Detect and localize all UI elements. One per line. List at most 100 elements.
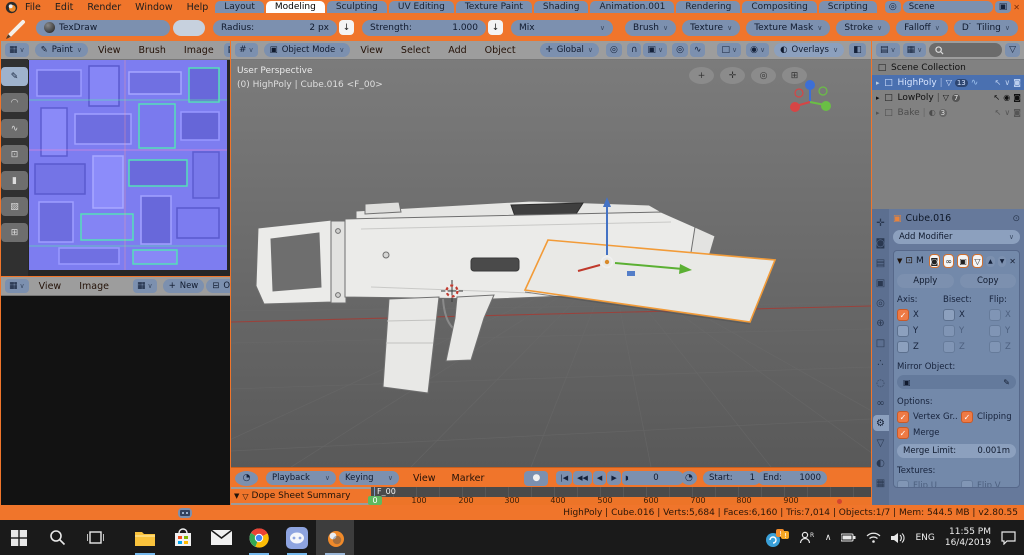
scene-close-icon[interactable]: ✕ bbox=[1013, 3, 1020, 12]
frame-start-field[interactable]: Start: 1 bbox=[703, 471, 761, 485]
show-gizmo-icon[interactable]: □ ∨ bbox=[717, 43, 742, 57]
brush-color-swatch[interactable] bbox=[173, 19, 205, 36]
tab-object-icon[interactable]: □ bbox=[873, 335, 889, 351]
hide-eye-icon[interactable]: ∨ bbox=[1004, 108, 1010, 117]
zoom-gadget-icon[interactable]: + bbox=[689, 67, 714, 84]
snap-magnet-icon[interactable]: ∩ bbox=[626, 43, 642, 57]
render-camera-icon[interactable]: ◙ bbox=[1013, 108, 1021, 117]
volume-icon[interactable] bbox=[891, 532, 905, 544]
display-oncage-toggle-icon[interactable]: ▽ bbox=[971, 254, 984, 268]
tab-texture-icon[interactable]: ▦ bbox=[873, 475, 889, 491]
chrome-icon[interactable] bbox=[240, 520, 278, 555]
update-notification-icon[interactable]: !! bbox=[765, 528, 789, 548]
proportional-falloff-icon[interactable]: ∿ bbox=[689, 43, 706, 57]
merge-checkbox[interactable]: ✓ bbox=[897, 427, 909, 439]
open-image-button[interactable]: ⊟Open bbox=[206, 279, 230, 293]
menu-file[interactable]: File bbox=[18, 2, 48, 13]
tray-expand-chevron-icon[interactable]: ∧ bbox=[825, 533, 832, 543]
use-preview-range-icon[interactable]: ◔ bbox=[681, 471, 697, 485]
play-reverse-button[interactable]: ◀ bbox=[592, 471, 607, 485]
copy-button[interactable]: Copy bbox=[959, 274, 1016, 288]
scene-collection-row[interactable]: □ Scene Collection bbox=[872, 60, 1024, 75]
display-mode-icon[interactable]: ▦ ∨ bbox=[902, 43, 927, 57]
tab-object-data-icon[interactable]: ▽ bbox=[873, 435, 889, 451]
menu-image[interactable]: Image bbox=[71, 281, 117, 292]
current-frame-field[interactable]: 0 bbox=[628, 471, 684, 485]
paint-mode-dropdown[interactable]: ✎ Paint ∨ bbox=[34, 43, 88, 57]
modifier-name-label[interactable]: M bbox=[916, 256, 924, 266]
collection-row-lowpoly[interactable]: ▸ □ LowPoly | ▽ 7 ↖ ◉ ◙ bbox=[872, 90, 1024, 105]
scene-copy-icon[interactable]: ▣ bbox=[994, 1, 1012, 13]
draw-tool-icon[interactable]: ✎ bbox=[1, 67, 28, 86]
tab-material-icon[interactable]: ◐ bbox=[873, 455, 889, 471]
flip-x-checkbox[interactable] bbox=[989, 309, 1001, 321]
tab-particles-icon[interactable]: ∴ bbox=[873, 355, 889, 371]
menu-edit[interactable]: Edit bbox=[48, 2, 80, 13]
playback-dropdown[interactable]: Playback ∨ bbox=[266, 471, 336, 485]
blend-mode-dropdown[interactable]: Mix ∨ bbox=[511, 19, 613, 36]
tab-output-icon[interactable]: ▤ bbox=[873, 255, 889, 271]
jump-to-start-button[interactable]: |◀ bbox=[556, 471, 573, 485]
mode-dropdown[interactable]: ▣ Object Mode ∨ bbox=[263, 43, 351, 57]
menu-add[interactable]: Add bbox=[440, 45, 474, 56]
taskbar-search-icon[interactable] bbox=[38, 520, 76, 555]
current-frame-indicator[interactable]: 0 bbox=[368, 496, 382, 505]
editor-type-timeline-icon[interactable]: ◔ bbox=[235, 470, 258, 486]
display-realtime-toggle-icon[interactable]: ∞ bbox=[943, 254, 955, 268]
apply-button[interactable]: Apply bbox=[897, 274, 954, 288]
hide-eye-icon[interactable]: ∨ bbox=[1004, 78, 1010, 87]
soften-tool-icon[interactable]: ◠ bbox=[1, 93, 28, 112]
tab-view-layer-icon[interactable]: ▣ bbox=[873, 275, 889, 291]
flip-y-checkbox[interactable] bbox=[989, 325, 1001, 337]
discord-icon[interactable] bbox=[278, 520, 316, 555]
normal-map-image[interactable] bbox=[29, 60, 227, 270]
smear-tool-icon[interactable]: ∿ bbox=[1, 119, 28, 138]
move-gadget-icon[interactable]: ✛ bbox=[720, 67, 745, 84]
prev-keyframe-button[interactable]: ◀◀ bbox=[573, 471, 592, 485]
show-eye-icon[interactable]: ◉ bbox=[1003, 93, 1010, 102]
marker-label[interactable]: F_00 bbox=[377, 487, 396, 496]
panel-stroke[interactable]: Stroke ∨ bbox=[836, 19, 891, 36]
collapse-triangle-icon[interactable]: ▼ bbox=[897, 257, 902, 265]
paintbrush-tool-icon[interactable] bbox=[4, 17, 30, 39]
move-up-icon[interactable]: ▲ bbox=[986, 255, 995, 267]
editor-type-image-icon[interactable]: ▦ ∨ bbox=[5, 279, 29, 293]
clock-widget[interactable]: 11:55 PM 16/4/2019 bbox=[945, 527, 991, 549]
tab-scripting[interactable]: Scripting bbox=[818, 1, 877, 13]
tab-constraints-icon[interactable]: ∞ bbox=[873, 395, 889, 411]
pin-icon[interactable]: ⊙ bbox=[1012, 214, 1020, 224]
task-view-icon[interactable] bbox=[76, 520, 114, 555]
action-center-icon[interactable] bbox=[1001, 530, 1016, 545]
tab-rendering[interactable]: Rendering bbox=[676, 1, 741, 13]
clone-tool-icon[interactable]: ⊡ bbox=[1, 145, 28, 164]
editor-type-outliner-icon[interactable]: ▤ ∨ bbox=[876, 43, 900, 57]
tab-compositing[interactable]: Compositing bbox=[742, 1, 817, 13]
tab-layout[interactable]: Layout bbox=[215, 1, 264, 13]
camera-gadget-icon[interactable]: ◎ bbox=[751, 67, 776, 84]
vertex-groups-checkbox[interactable]: ✓ bbox=[897, 411, 909, 423]
panel-texture[interactable]: Texture ∨ bbox=[682, 19, 741, 36]
selectable-cursor-icon[interactable]: ↖ bbox=[995, 78, 1002, 87]
radius-field[interactable]: Radius: 2 px bbox=[213, 19, 337, 36]
menu-marker[interactable]: Marker bbox=[444, 473, 493, 484]
frame-end-field[interactable]: End: 1000 bbox=[757, 471, 827, 485]
menu-view[interactable]: View bbox=[405, 473, 444, 484]
move-down-icon[interactable]: ▼ bbox=[997, 255, 1007, 267]
editor-type-3d-icon[interactable]: # ∨ bbox=[235, 43, 258, 57]
viewport-canvas[interactable]: User Perspective (0) HighPoly | Cube.016… bbox=[231, 59, 871, 467]
tab-shading[interactable]: Shading bbox=[533, 1, 589, 13]
outliner-search-input[interactable] bbox=[929, 43, 1003, 57]
overlays-toggle[interactable]: ◐ Overlays ∨ bbox=[774, 43, 845, 57]
render-camera-icon[interactable]: ◙ bbox=[1013, 78, 1021, 87]
menu-view[interactable]: View bbox=[90, 45, 129, 56]
expand-triangle-icon[interactable]: ▼ bbox=[234, 492, 239, 500]
tab-animation[interactable]: Animation.001 bbox=[590, 1, 675, 13]
menu-window[interactable]: Window bbox=[128, 2, 179, 13]
xray-toggle-icon[interactable]: ◧ bbox=[849, 43, 866, 57]
strength-field[interactable]: Strength: 1.000 bbox=[362, 19, 486, 36]
scene-icon[interactable]: ◎ bbox=[884, 1, 901, 13]
dope-sheet-summary-row[interactable]: ▼ ▽ Dope Sheet Summary bbox=[231, 489, 374, 503]
record-button[interactable]: ● bbox=[524, 470, 549, 486]
brush-selector[interactable]: TexDraw bbox=[36, 19, 170, 36]
image-browse-icon[interactable]: ▦∨ bbox=[223, 43, 230, 57]
